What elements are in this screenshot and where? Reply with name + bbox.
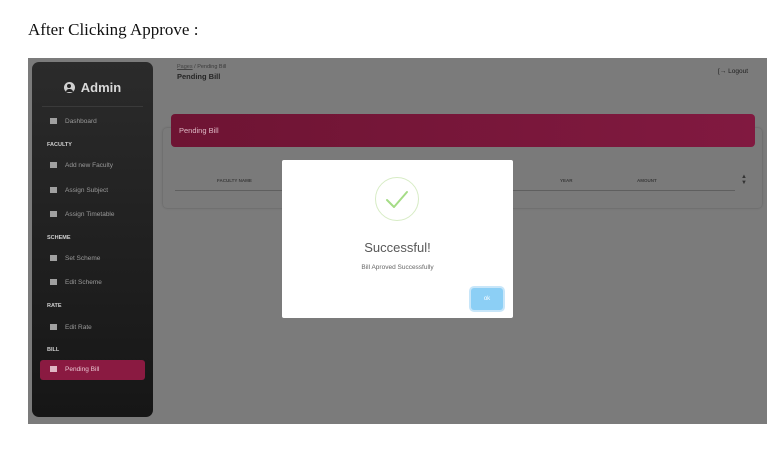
breadcrumb-link-pages[interactable]: Pages — [177, 64, 193, 70]
sidebar-item-add-new-faculty[interactable]: Add new Faculty — [50, 161, 113, 171]
sidebar-item-pending-bill[interactable]: Pending Bill — [40, 360, 145, 380]
copy-icon — [50, 187, 57, 193]
sidebar-item-edit-scheme[interactable]: Edit Scheme — [50, 278, 102, 288]
card-header: Pending Bill — [171, 114, 755, 147]
sidebar-item-dashboard[interactable]: Dashboard — [50, 117, 97, 127]
sidebar-item-label: Assign Subject — [65, 187, 108, 194]
caption-text: After Clicking Approve : — [28, 20, 199, 39]
sidebar-section-bill: BILL — [47, 347, 60, 353]
column-header-year: YEAR — [560, 178, 573, 183]
success-check-icon — [375, 177, 419, 221]
brand-label: Admin — [80, 80, 122, 95]
success-modal: Successful! Bill Aproved Successfully ok — [282, 160, 513, 318]
sidebar: Admin Dashboard FACULTY Add new Faculty … — [32, 62, 153, 417]
column-header-amount: AMOUNT — [637, 178, 657, 183]
dashboard-icon — [50, 118, 57, 124]
scroll-stepper[interactable]: ▲ ▼ — [740, 174, 748, 188]
sidebar-section-faculty: FACULTY — [47, 142, 72, 148]
column-header-faculty-name: FACULTY NAME — [217, 178, 252, 183]
copy-icon — [50, 211, 57, 217]
sidebar-item-pending-bill-inner: Pending Bill — [50, 365, 99, 375]
logout-button[interactable]: [→ Logout — [718, 68, 748, 75]
ok-button[interactable]: ok — [471, 288, 503, 310]
sidebar-divider — [42, 106, 143, 107]
chevron-down-icon[interactable]: ▼ — [740, 180, 748, 186]
sidebar-item-edit-rate[interactable]: Edit Rate — [50, 323, 92, 333]
sidebar-item-label: Dashboard — [65, 118, 97, 125]
sidebar-item-label: Pending Bill — [65, 366, 100, 373]
sidebar-item-label: Edit Scheme — [65, 279, 102, 286]
breadcrumb-separator: / — [194, 64, 196, 70]
sidebar-section-rate: RATE — [47, 303, 62, 309]
app-screenshot: Admin Dashboard FACULTY Add new Faculty … — [28, 58, 767, 424]
sidebar-item-label: Edit Rate — [65, 324, 92, 331]
copy-icon — [50, 366, 57, 372]
copy-icon — [50, 162, 57, 168]
breadcrumb: Pages / Pending Bill — [177, 64, 226, 70]
copy-icon — [50, 324, 57, 330]
modal-message: Bill Aproved Successfully — [361, 264, 434, 271]
sidebar-item-assign-timetable[interactable]: Assign Timetable — [50, 210, 115, 220]
card-title: Pending Bill — [179, 126, 219, 135]
breadcrumb-current: Pending Bill — [197, 64, 227, 70]
sidebar-section-scheme: SCHEME — [47, 235, 71, 241]
sidebar-item-label: Add new Faculty — [65, 162, 114, 169]
copy-icon — [50, 255, 57, 261]
sign-out-icon: [→ — [718, 68, 727, 75]
sidebar-brand: Admin — [32, 80, 153, 95]
sidebar-item-label: Assign Timetable — [65, 211, 115, 218]
copy-icon — [50, 279, 57, 285]
modal-title: Successful! — [364, 240, 431, 255]
logout-label: Logout — [728, 68, 749, 75]
page-title: Pending Bill — [177, 72, 221, 81]
sidebar-item-label: Set Scheme — [65, 255, 101, 262]
sidebar-item-assign-subject[interactable]: Assign Subject — [50, 186, 108, 196]
user-circle-icon — [63, 82, 75, 93]
sidebar-item-set-scheme[interactable]: Set Scheme — [50, 254, 100, 264]
